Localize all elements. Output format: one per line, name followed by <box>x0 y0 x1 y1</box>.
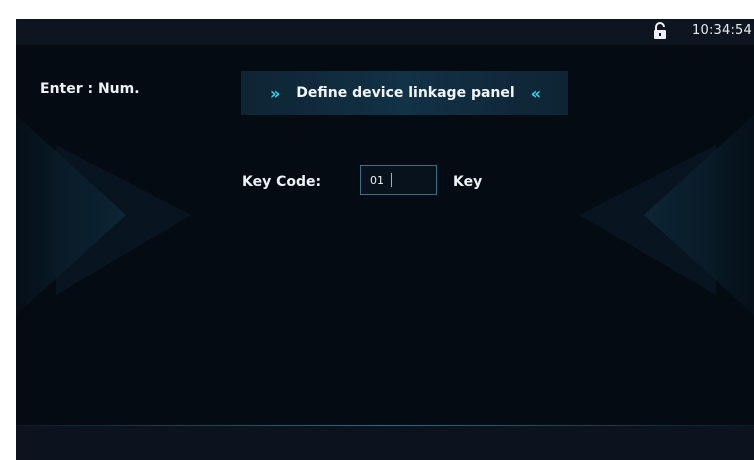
double-chevron-right-icon: » <box>269 83 280 103</box>
clock-time: 10:34:54 <box>692 23 752 38</box>
page-title: Define device linkage panel <box>296 85 515 101</box>
device-screen: 10:34:54 Enter : Num. » Define device li… <box>16 19 754 460</box>
key-code-input[interactable]: 01 <box>360 165 437 195</box>
status-bar: 10:34:54 <box>16 19 754 45</box>
key-code-label: Key Code: <box>242 174 322 190</box>
double-chevron-left-icon: « <box>530 83 541 103</box>
bottom-divider <box>16 425 754 426</box>
bottom-bar <box>16 425 754 460</box>
unlocked-padlock-icon <box>654 22 666 39</box>
input-hint: Enter : Num. <box>40 81 140 97</box>
left-chevron-shadow <box>56 145 191 295</box>
text-cursor <box>391 173 392 187</box>
key-unit-label: Key <box>453 174 483 190</box>
title-panel: » Define device linkage panel « <box>241 71 568 115</box>
key-code-value: 01 <box>370 174 384 187</box>
right-chevron-shadow <box>579 145 716 295</box>
